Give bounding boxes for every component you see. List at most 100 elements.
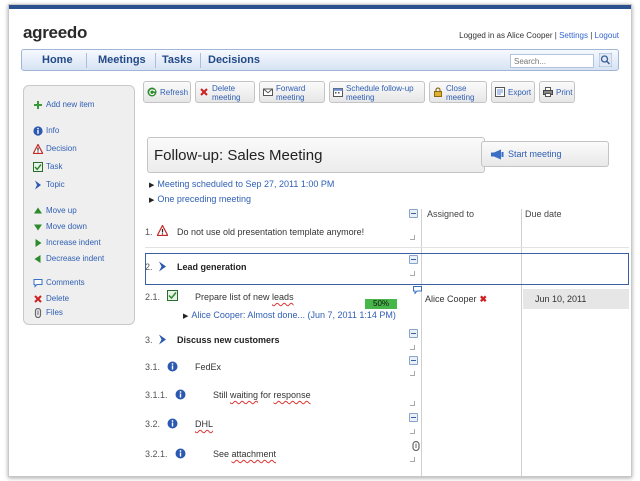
settings-link[interactable]: Settings [559, 31, 588, 40]
move-down-button[interactable]: Move down [33, 222, 87, 232]
search-input[interactable] [510, 54, 594, 68]
expand-triangle-icon: ▶ [149, 197, 155, 204]
agenda-item-text[interactable]: FedEx [195, 362, 221, 372]
row-number: 2. [145, 262, 153, 272]
resize-handle[interactable] [410, 429, 415, 434]
nav-meetings[interactable]: Meetings [98, 54, 146, 66]
resize-handle[interactable] [410, 235, 415, 240]
preceding-meeting-text: One preceding meeting [157, 194, 251, 204]
row-number: 1. [145, 227, 153, 237]
item-sidebar: Add new item Info Decision Task Topic Mo… [23, 85, 135, 325]
info-text-misspelled: DHL [195, 419, 214, 429]
increase-indent-button[interactable]: Increase indent [33, 238, 101, 248]
nav-tasks[interactable]: Tasks [162, 54, 192, 66]
remove-assignee-icon[interactable]: ✖ [480, 294, 488, 304]
due-date-cell[interactable]: Jun 10, 2011 [523, 289, 629, 309]
decrease-indent-button[interactable]: Decrease indent [33, 254, 104, 264]
meeting-title-field[interactable]: Follow-up: Sales Meeting [147, 137, 485, 173]
info-icon [175, 389, 186, 400]
task-text: Prepare list of new [195, 292, 273, 302]
warning-icon [33, 144, 43, 154]
sidebar-item-topic[interactable]: Topic [33, 180, 65, 190]
plus-icon [34, 101, 42, 109]
agenda-item-text[interactable]: Lead generation [177, 262, 247, 272]
main-nav: Home Meetings Tasks Decisions [21, 49, 619, 71]
sidebar-extra-label: Delete [46, 294, 70, 304]
meeting-scheduled-link[interactable]: ▶ Meeting scheduled to Sep 27, 2011 1:00 … [149, 179, 334, 189]
delete-meeting-button[interactable]: Delete meeting [195, 81, 255, 103]
assignee-cell[interactable]: Alice Cooper ✖ [425, 294, 487, 305]
agenda-item-text[interactable]: Do not use old presentation template any… [177, 227, 364, 237]
forward-meeting-label-line2: meeting [276, 93, 305, 102]
comment-icon[interactable] [413, 286, 422, 294]
resize-handle[interactable] [410, 371, 415, 376]
logged-in-text: Logged in as Alice Cooper | [459, 31, 557, 40]
schedule-follow-up-label-line2: meeting [346, 93, 375, 102]
forward-meeting-label-line1: Forward [276, 84, 306, 93]
collapse-button[interactable] [409, 413, 418, 422]
agenda-item-text[interactable]: See attachment [213, 449, 276, 459]
resize-handle[interactable] [410, 345, 415, 350]
start-meeting-button[interactable]: Start meeting [481, 141, 609, 167]
column-header-assigned: Assigned to [427, 209, 475, 219]
export-button[interactable]: Export [491, 81, 535, 103]
files-button[interactable]: Files [33, 308, 63, 318]
top-accent-bar [9, 5, 631, 9]
comment-thread-link[interactable]: ▶ Alice Cooper: Almost done... (Jun 7, 20… [183, 310, 396, 320]
resize-handle[interactable] [410, 271, 415, 276]
delete-item-button[interactable]: Delete [33, 294, 69, 304]
collapse-button[interactable] [409, 255, 418, 264]
expand-triangle-icon: ▶ [183, 313, 189, 320]
sidebar-item-info[interactable]: Info [33, 126, 59, 136]
nav-home[interactable]: Home [42, 54, 73, 66]
agenda-item-text[interactable]: Discuss new customers [177, 335, 280, 345]
info-text: for [258, 390, 274, 400]
schedule-follow-up-button[interactable]: Schedule follow-up meeting [329, 81, 425, 103]
app-logo[interactable]: agreedo [23, 23, 87, 43]
sidebar-item-task[interactable]: Task [33, 162, 62, 172]
sidebar-item-label: Topic [46, 180, 65, 190]
lock-icon [434, 87, 442, 97]
row-number: 2.1. [145, 292, 161, 302]
resize-handle[interactable] [410, 401, 415, 406]
preceding-meeting-link[interactable]: ▶ One preceding meeting [149, 194, 251, 204]
sidebar-item-label: Decision [46, 144, 77, 154]
printer-icon [543, 87, 553, 97]
sidebar-action-label: Move down [46, 222, 87, 232]
comment-icon [33, 279, 43, 288]
info-text: Still [213, 390, 231, 400]
info-text: See [213, 449, 232, 459]
envelope-icon [263, 88, 273, 96]
calendar-icon [333, 88, 343, 97]
delete-x-icon [34, 295, 42, 303]
agenda-item-text[interactable]: Prepare list of new leads [195, 292, 294, 302]
sidebar-item-label: Info [46, 126, 60, 136]
print-button[interactable]: Print [539, 81, 575, 103]
agenda-item-text[interactable]: DHL [195, 419, 213, 429]
comments-button[interactable]: Comments [33, 278, 85, 288]
logout-link[interactable]: Logout [595, 31, 619, 40]
close-meeting-button[interactable]: Close meeting [429, 81, 487, 103]
task-checkbox-icon [33, 162, 43, 172]
forward-meeting-button[interactable]: Forward meeting [259, 81, 325, 103]
collapse-button[interactable] [409, 356, 418, 365]
nav-decisions[interactable]: Decisions [208, 54, 260, 66]
collapse-all-button[interactable] [409, 209, 418, 218]
agenda-item-text[interactable]: Still waiting for response [213, 390, 311, 400]
search-icon[interactable] [599, 53, 612, 67]
add-new-item-button[interactable]: Add new item [33, 100, 94, 110]
delete-x-icon [200, 88, 208, 96]
row-number: 3.1. [145, 362, 161, 372]
resize-handle[interactable] [410, 457, 415, 462]
paperclip-icon[interactable] [412, 441, 420, 451]
row-number: 3.2. [145, 419, 161, 429]
expand-triangle-icon: ▶ [149, 182, 155, 189]
collapse-button[interactable] [409, 329, 418, 338]
user-bar: Logged in as Alice Cooper | Settings | L… [459, 31, 619, 40]
export-label: Export [508, 88, 532, 97]
move-up-button[interactable]: Move up [33, 206, 77, 216]
refresh-button[interactable]: Refresh [143, 81, 191, 103]
megaphone-icon [491, 149, 504, 160]
print-label: Print [556, 88, 573, 97]
sidebar-item-decision[interactable]: Decision [33, 144, 77, 154]
